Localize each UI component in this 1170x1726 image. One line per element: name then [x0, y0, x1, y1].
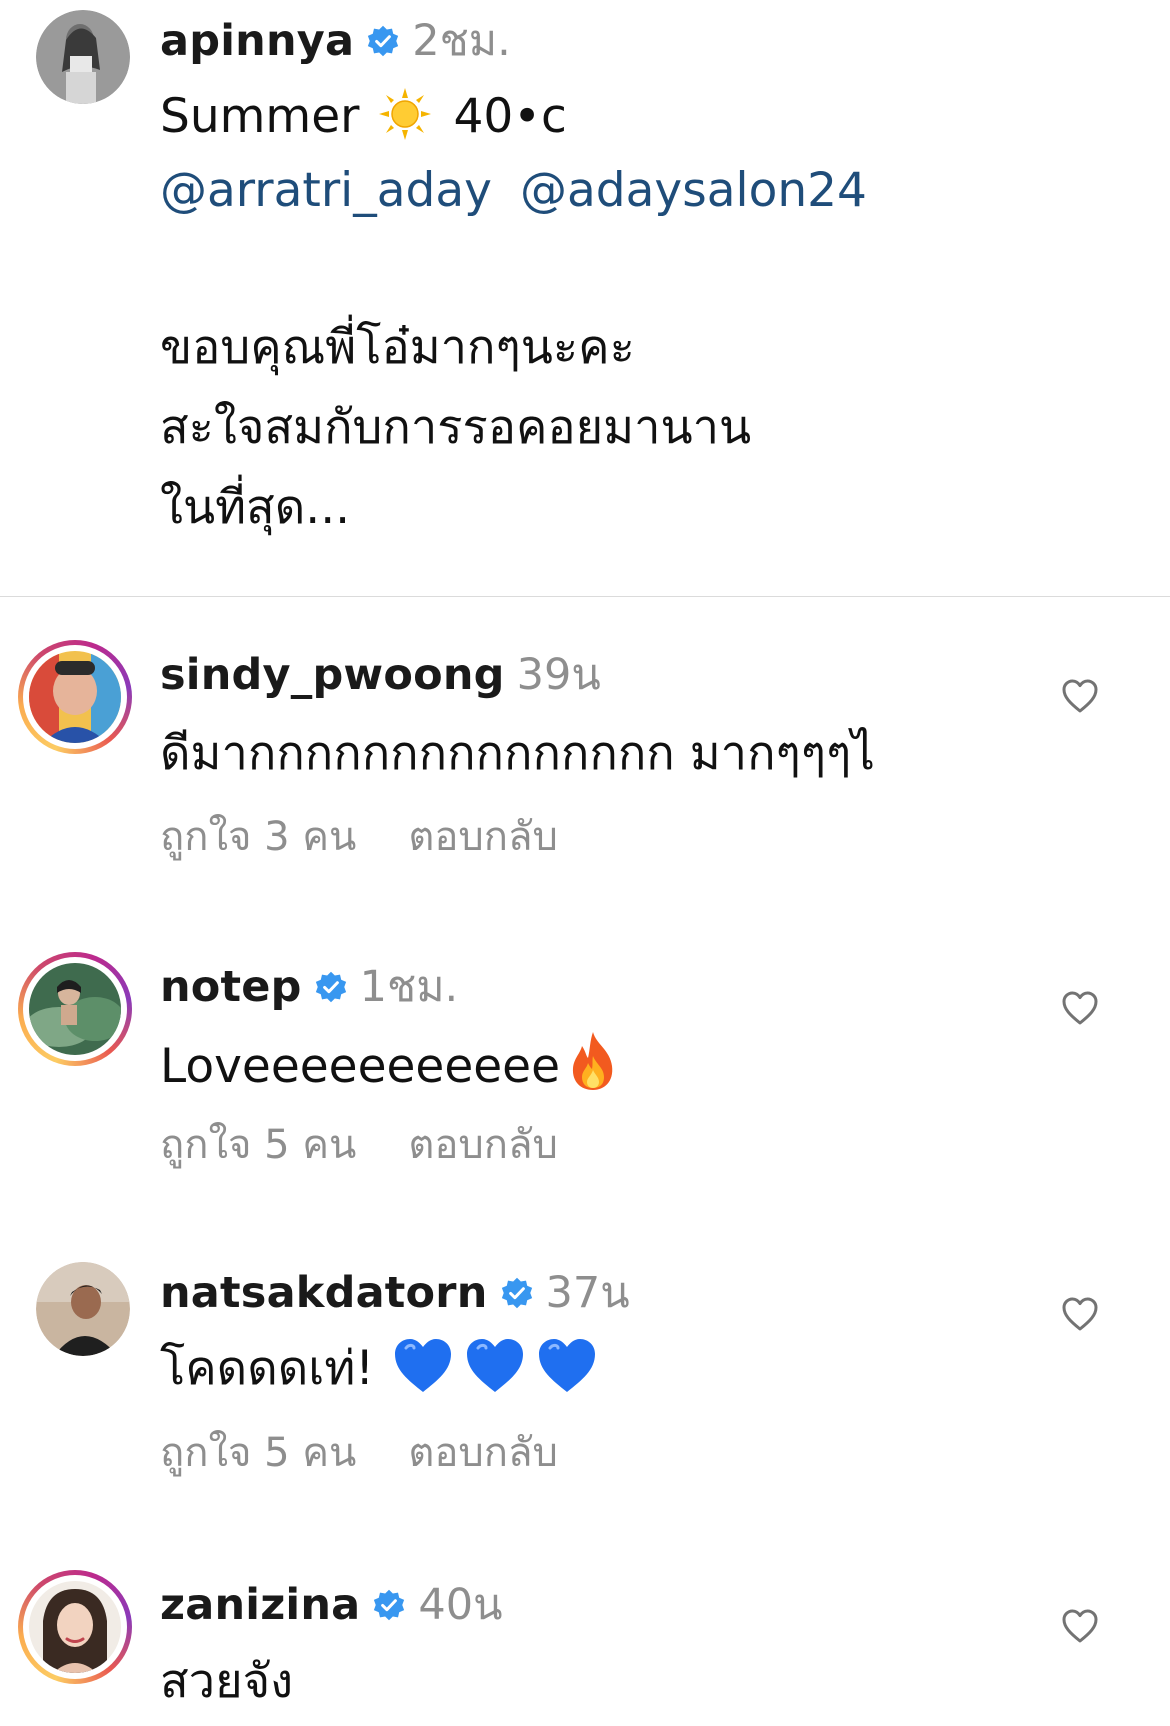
like-heart-icon[interactable] [1060, 988, 1100, 1028]
commenter-avatar[interactable] [18, 640, 132, 754]
caption-line-1: Summer 40•c [160, 86, 567, 147]
blue-heart-emoji-icon [392, 1336, 454, 1394]
comment-text-line: โคดดดเท่! [160, 1336, 598, 1399]
like-heart-icon[interactable] [1060, 676, 1100, 716]
commenter-avatar-image [29, 963, 121, 1055]
caption-line-finally: ในที่สุด... [160, 480, 351, 535]
post-time: 2ชม. [412, 16, 511, 66]
comment-item: sindy_pwoong 39น ดีมากกกกกกกกกกกกกกก มาก… [0, 640, 1170, 940]
verified-badge-icon [366, 24, 400, 58]
commenter-username[interactable]: notep [160, 960, 302, 1014]
caption-summer-text: Summer [160, 89, 360, 144]
blue-heart-emoji-icon [464, 1336, 526, 1394]
author-avatar-image [36, 10, 130, 104]
like-heart-icon[interactable] [1060, 1606, 1100, 1646]
commenter-avatar[interactable] [18, 952, 132, 1066]
commenter-avatar-image [29, 1581, 121, 1673]
comment-name-line: notep 1ชม. [160, 960, 458, 1014]
comment-text: Loveeeeeeeeeee [160, 1039, 561, 1094]
mention-link[interactable]: @adaysalon24 [520, 163, 867, 218]
author-avatar[interactable] [36, 10, 130, 104]
likes-count[interactable]: ถูกใจ 5 คน [160, 1120, 356, 1170]
verified-badge-icon [314, 970, 348, 1004]
divider [0, 596, 1170, 597]
commenter-avatar-image [29, 651, 121, 743]
comment-item: natsakdatorn 37น โคดดดเท่! ถูกใจ 5 คน ตอ… [0, 1258, 1170, 1558]
commenter-username[interactable]: natsakdatorn [160, 1266, 488, 1320]
like-heart-icon[interactable] [1060, 1294, 1100, 1334]
comment-meta: ถูกใจ 3 คน ตอบกลับ [160, 812, 558, 862]
author-name-line: apinnya 2ชม. [160, 14, 511, 68]
likes-count[interactable]: ถูกใจ 5 คน [160, 1428, 356, 1478]
mention-link[interactable]: @arratri_aday [160, 163, 492, 218]
reply-button[interactable]: ตอบกลับ [408, 1120, 558, 1170]
comment-text: สวยจัง [160, 1654, 294, 1709]
commenter-avatar[interactable] [36, 1262, 130, 1356]
sun-emoji-icon [377, 86, 433, 142]
post-caption: apinnya 2ชม. Summer 40•c @arratri_aday @… [0, 0, 1170, 596]
reply-button[interactable]: ตอบกลับ [408, 812, 558, 862]
fire-emoji-icon [566, 1030, 620, 1092]
verified-badge-icon [500, 1276, 534, 1310]
comment-name-line: zanizina 40น [160, 1578, 503, 1632]
reply-button[interactable]: ตอบกลับ [408, 1428, 558, 1478]
commenter-avatar[interactable] [18, 1570, 132, 1684]
likes-count[interactable]: ถูกใจ 3 คน [160, 812, 356, 862]
comment-time: 1ชม. [359, 962, 459, 1012]
verified-badge-icon [372, 1588, 406, 1622]
comment-time: 40น [418, 1580, 503, 1630]
author-username[interactable]: apinnya [160, 14, 354, 68]
caption-temperature: 40•c [453, 89, 567, 144]
comment-text: ดีมากกกกกกกกกกกกกกก มากๆๆๆไ [160, 726, 875, 781]
caption-mentions: @arratri_aday @adaysalon24 [160, 161, 895, 221]
comment-name-line: sindy_pwoong 39น [160, 648, 601, 702]
caption-line-waited: สะใจสมกับการรอคอยมานาน [160, 400, 752, 455]
comment-text-line: Loveeeeeeeeeee [160, 1030, 620, 1097]
comment-time: 39น [516, 650, 601, 700]
comment-meta: ถูกใจ 5 คน ตอบกลับ [160, 1428, 558, 1478]
comment-item: zanizina 40น สวยจัง [0, 1570, 1170, 1726]
comment-meta: ถูกใจ 5 คน ตอบกลับ [160, 1120, 558, 1170]
comment-name-line: natsakdatorn 37น [160, 1266, 630, 1320]
comment-time: 37น [545, 1268, 630, 1318]
comment-item: notep 1ชม. Loveeeeeeeeeee ถูกใจ 5 คน ตอบ… [0, 952, 1170, 1252]
comment-text: โคดดดเท่! [160, 1341, 375, 1396]
caption-line-thanks: ขอบคุณพี่โอ๋มากๆนะคะ [160, 320, 635, 375]
commenter-username[interactable]: zanizina [160, 1578, 360, 1632]
commenter-username[interactable]: sindy_pwoong [160, 648, 505, 702]
commenter-avatar-image [36, 1262, 130, 1356]
blue-heart-emoji-icon [536, 1336, 598, 1394]
